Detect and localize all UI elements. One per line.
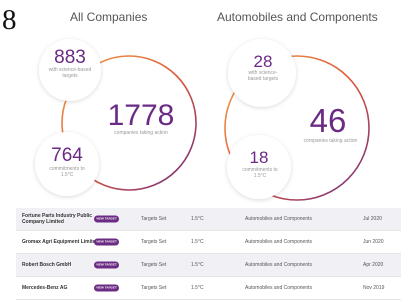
right-companies-caption: companies taking action <box>303 138 358 144</box>
right-science-targets-caption: with science-based targets <box>247 70 279 82</box>
left-commitments-caption: commitments to 1.5°C <box>49 166 85 178</box>
left-science-targets-caption: with science-based targets <box>48 67 92 79</box>
company-name: Gromax Agri Equipment Limited <box>22 238 99 245</box>
sector: Automobiles and Components <box>245 285 312 291</box>
target-status: Targets Set <box>141 285 167 291</box>
right-commitments-number: 18 <box>249 148 269 167</box>
temperature-target: 1.5°C <box>191 216 204 222</box>
date: Nov 2019 <box>363 285 385 291</box>
sector: Automobiles and Components <box>245 216 312 222</box>
table-row: Mercedes-Benz AG VIEW TARGET Targets Set… <box>16 277 401 300</box>
table-row: Gromax Agri Equipment Limited VIEW TARGE… <box>16 231 401 254</box>
left-companies-caption: companies taking action <box>114 130 168 136</box>
company-table: Fortune Parts Industry Public Company Li… <box>16 208 401 300</box>
date: Jun 2020 <box>363 239 384 245</box>
right-commitments-caption: commitments to 1.5°C <box>242 167 278 179</box>
sector: Automobiles and Components <box>245 262 312 268</box>
temperature-target: 1.5°C <box>191 239 204 245</box>
target-status: Targets Set <box>141 262 167 268</box>
right-companies-number: 46 <box>309 102 347 139</box>
date: Jul 2020 <box>363 216 382 222</box>
temperature-target: 1.5°C <box>191 262 204 268</box>
company-name: Mercedes-Benz AG <box>22 284 68 291</box>
target-status: Targets Set <box>141 239 167 245</box>
page: 8 All Companies Automobiles and Componen… <box>0 0 408 302</box>
sector: Automobiles and Components <box>245 239 312 245</box>
company-name: Robert Bosch GmbH <box>22 261 72 268</box>
view-target-button[interactable]: VIEW TARGET <box>94 261 119 269</box>
table-row: Fortune Parts Industry Public Company Li… <box>16 208 401 231</box>
view-target-button[interactable]: VIEW TARGET <box>94 284 119 292</box>
target-status: Targets Set <box>141 216 167 222</box>
date: Apr 2020 <box>363 262 384 268</box>
left-science-targets-number: 883 <box>54 47 86 68</box>
table-row: Robert Bosch GmbH VIEW TARGET Targets Se… <box>16 254 401 277</box>
left-commitments-number: 764 <box>51 145 83 166</box>
left-companies-number: 1778 <box>107 99 175 132</box>
view-target-button[interactable]: VIEW TARGET <box>94 215 119 223</box>
company-name: Fortune Parts Industry Public Company Li… <box>22 212 93 225</box>
view-target-button[interactable]: VIEW TARGET <box>94 238 119 246</box>
temperature-target: 1.5°C <box>191 285 204 291</box>
right-science-targets-number: 28 <box>253 52 273 71</box>
